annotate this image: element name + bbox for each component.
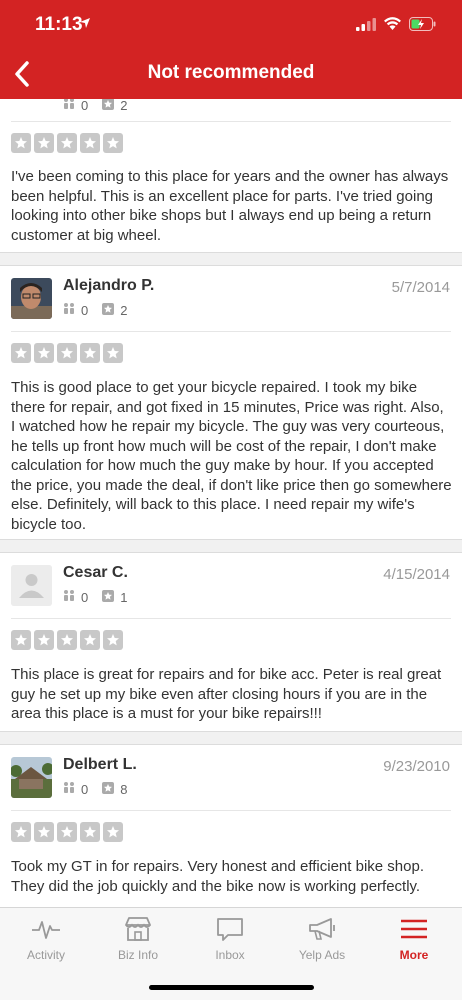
- star-icon: [34, 133, 54, 153]
- reviews-count: 8: [120, 781, 128, 797]
- reviews-count: 2: [120, 99, 128, 113]
- tab-label: Biz Info: [117, 948, 159, 962]
- review-meta: 0 2: [63, 99, 141, 113]
- star-rating: [11, 630, 123, 650]
- reviewer-name[interactable]: Cesar C.: [63, 564, 128, 582]
- star-icon: [103, 630, 123, 650]
- star-rating: [11, 343, 123, 363]
- store-icon: [125, 917, 151, 941]
- divider: [11, 331, 451, 332]
- star-icon: [103, 133, 123, 153]
- activity-icon: [32, 921, 60, 939]
- star-icon: [57, 822, 77, 842]
- review-text: Took my GT in for repairs. Very honest a…: [11, 858, 424, 895]
- menu-icon: [401, 919, 427, 939]
- tab-yelp-ads[interactable]: Yelp Ads: [276, 908, 368, 968]
- tab-inbox[interactable]: Inbox: [184, 908, 276, 968]
- friends-icon: [63, 589, 75, 605]
- tab-activity[interactable]: Activity: [0, 908, 92, 968]
- star-rating: [11, 133, 123, 153]
- divider: [11, 121, 451, 122]
- review-count-icon: [102, 99, 115, 113]
- page-title: Not recommended: [147, 62, 315, 83]
- home-indicator[interactable]: [149, 985, 314, 990]
- friends-count: 0: [81, 99, 89, 113]
- review-meta: 0 1: [63, 589, 141, 605]
- tab-label: Inbox: [215, 948, 245, 962]
- review-list[interactable]: 0 2 I've been coming to this place for y…: [0, 99, 462, 907]
- review-count-icon: [102, 589, 115, 605]
- star-icon: [103, 343, 123, 363]
- star-icon: [80, 630, 100, 650]
- review-count-icon: [102, 781, 115, 797]
- friends-count: 0: [81, 589, 89, 605]
- review-count-icon: [102, 302, 115, 318]
- divider: [11, 810, 451, 811]
- megaphone-icon: [309, 918, 335, 940]
- review-meta: 0 2: [63, 302, 141, 318]
- review-text: I've been coming to this place for years…: [11, 168, 449, 244]
- tab-biz-info[interactable]: Biz Info: [92, 908, 184, 968]
- reviewer-name[interactable]: Alejandro P.: [63, 277, 154, 295]
- status-time: 11:13: [35, 14, 83, 35]
- star-icon: [57, 630, 77, 650]
- wifi-icon: [384, 17, 401, 30]
- review-date: 4/15/2014: [383, 566, 450, 583]
- review-card: 0 2 I've been coming to this place for y…: [0, 99, 462, 253]
- friends-count: 0: [81, 302, 89, 318]
- star-icon: [11, 822, 31, 842]
- star-icon: [57, 133, 77, 153]
- tab-label: Yelp Ads: [298, 948, 346, 962]
- star-icon: [57, 343, 77, 363]
- star-icon: [34, 822, 54, 842]
- tab-label: Activity: [26, 948, 65, 962]
- star-icon: [34, 343, 54, 363]
- review-text: This place is great for repairs and for …: [11, 666, 442, 722]
- review-card: Cesar C. 4/15/2014 0 1 This place is gre…: [0, 552, 462, 732]
- tab-more[interactable]: More: [368, 908, 460, 968]
- review-text: This is good place to get your bicycle r…: [11, 379, 452, 533]
- avatar: [11, 278, 52, 319]
- avatar: [11, 565, 52, 606]
- review-date: 9/23/2010: [383, 758, 450, 775]
- star-icon: [103, 822, 123, 842]
- review-date: 5/7/2014: [391, 279, 450, 296]
- review-meta: 0 8: [63, 781, 141, 797]
- app-header: 11:13 Not recommended: [0, 0, 462, 99]
- review-card: Alejandro P. 5/7/2014 0 2 This is good p…: [0, 265, 462, 540]
- star-icon: [80, 133, 100, 153]
- tab-label: More: [399, 948, 429, 962]
- friends-count: 0: [81, 781, 89, 797]
- star-icon: [11, 343, 31, 363]
- chat-bubble-icon: [217, 918, 243, 941]
- friends-icon: [63, 781, 75, 797]
- reviewer-name[interactable]: Delbert L.: [63, 756, 137, 774]
- star-icon: [80, 822, 100, 842]
- star-icon: [11, 630, 31, 650]
- friends-icon: [63, 99, 75, 113]
- location-arrow-icon: [79, 16, 91, 32]
- avatar: [11, 757, 52, 798]
- star-rating: [11, 822, 123, 842]
- status-bar: 11:13: [0, 0, 462, 50]
- star-icon: [11, 133, 31, 153]
- friends-icon: [63, 302, 75, 318]
- star-icon: [34, 630, 54, 650]
- cellular-signal-icon: [356, 18, 376, 31]
- reviews-count: 2: [120, 302, 128, 318]
- star-icon: [80, 343, 100, 363]
- divider: [11, 618, 451, 619]
- battery-charging-icon: [409, 17, 436, 31]
- review-card: Delbert L. 9/23/2010 0 8 Took my GT in f…: [0, 744, 462, 907]
- reviews-count: 1: [120, 589, 128, 605]
